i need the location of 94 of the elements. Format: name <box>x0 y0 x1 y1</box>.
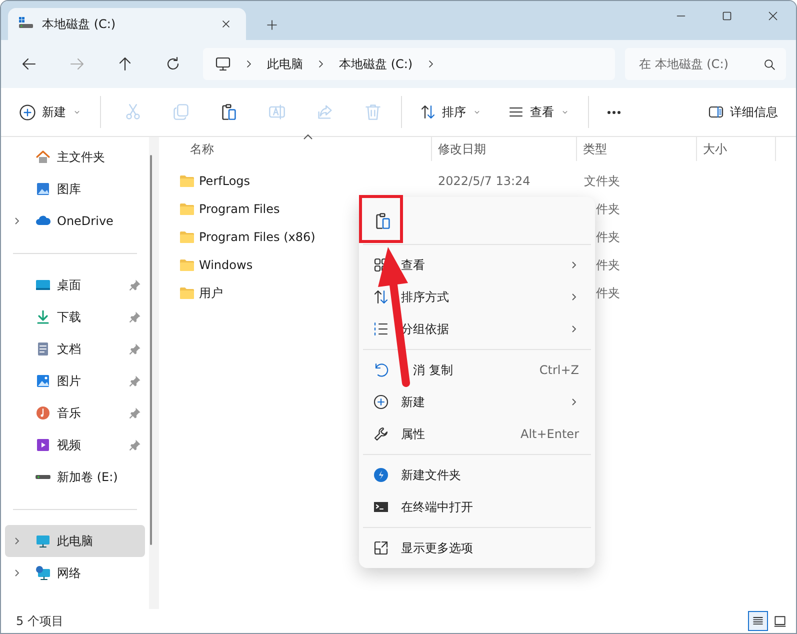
rename-icon <box>268 103 286 121</box>
document-icon <box>35 341 51 357</box>
sidebar-item[interactable]: 文档 <box>5 333 145 365</box>
file-type: 件夹 <box>595 200 620 218</box>
sidebar-item[interactable]: OneDrive <box>5 205 145 237</box>
menu-item[interactable]: 消 复制 Ctrl+Z <box>359 354 595 386</box>
sidebar-item[interactable]: 图库 <box>5 173 145 205</box>
sidebar-item[interactable]: 图片 <box>5 365 145 397</box>
column-header[interactable]: 类型 <box>577 137 697 161</box>
column-header[interactable]: 名称 <box>159 137 432 161</box>
column-header[interactable]: 大小 <box>697 137 776 161</box>
search-icon <box>763 58 776 71</box>
breadcrumb-item[interactable]: 本地磁盘 (C:) <box>339 56 413 72</box>
address-bar[interactable]: 此电脑 本地磁盘 (C:) <box>203 48 615 80</box>
file-name[interactable]: Program Files (x86) <box>159 229 432 245</box>
sidebar-item[interactable]: 音乐 <box>5 397 145 429</box>
download-icon <box>35 309 51 325</box>
window-tab[interactable]: 本地磁盘 (C:) <box>8 8 246 40</box>
close-icon <box>220 18 232 30</box>
shortcut-text: Ctrl+Z <box>539 363 579 377</box>
plus-icon <box>266 19 278 31</box>
computer-icon <box>215 56 231 72</box>
details-view-button[interactable] <box>748 611 768 631</box>
view-button[interactable]: 查看 <box>502 96 576 128</box>
gallery-icon <box>35 181 51 197</box>
expand-icon <box>373 540 389 556</box>
more-icon <box>607 110 621 114</box>
back-arrow-icon <box>21 56 37 72</box>
plus-circle-icon <box>19 104 36 120</box>
file-name[interactable]: Program Files <box>159 201 432 217</box>
share-icon <box>316 103 334 121</box>
sidebar-item[interactable]: 新加卷 (E:) <box>5 461 145 493</box>
shortcut-text: Alt+Enter <box>520 427 579 441</box>
file-type: 件夹 <box>595 284 620 302</box>
list-icon <box>373 321 389 337</box>
menu-item[interactable]: 显示更多选项 <box>359 532 595 564</box>
menu-item[interactable]: 在终端中打开 <box>359 491 595 523</box>
computer-icon <box>35 533 51 549</box>
refresh-icon <box>165 56 181 72</box>
sidebar-item[interactable]: 桌面 <box>5 269 145 301</box>
close-icon <box>767 10 779 22</box>
copy-icon <box>172 103 190 121</box>
new-button[interactable]: 新建 <box>13 96 88 128</box>
folder-icon <box>179 173 195 189</box>
plus-circle-icon <box>373 394 389 410</box>
search-field[interactable]: 在 本地磁盘 (C:) <box>625 48 786 80</box>
tab-title: 本地磁盘 (C:) <box>42 16 117 32</box>
desktop-icon <box>35 277 51 293</box>
sidebar-item[interactable]: 下载 <box>5 301 145 333</box>
column-header[interactable]: 修改日期 <box>432 137 577 161</box>
file-type: 件夹 <box>595 228 620 246</box>
sidebar-item[interactable]: 视频 <box>5 429 145 461</box>
paste-icon <box>374 212 392 230</box>
menu-item[interactable]: 排序方式 <box>359 281 595 313</box>
sort-icon <box>420 104 436 120</box>
picture-icon <box>35 373 51 389</box>
folder-icon <box>179 201 195 217</box>
folder-icon <box>179 285 195 301</box>
modified-date: 2022/5/7 13:24 <box>437 174 530 188</box>
sidebar-item[interactable]: 主文件夹 <box>5 141 145 173</box>
sort-icon <box>373 289 389 305</box>
file-type: 件夹 <box>595 256 620 274</box>
menu-item[interactable]: 新建文件夹 <box>359 459 595 491</box>
tile-icon <box>773 614 787 628</box>
trash-icon <box>364 103 382 121</box>
menu-item[interactable]: 新建 <box>359 386 595 418</box>
forward-arrow-icon <box>69 56 85 72</box>
paste-icon <box>220 103 238 121</box>
sidebar-item[interactable]: 网络 <box>5 557 145 589</box>
menu-item[interactable]: 属性 Alt+Enter <box>359 418 595 450</box>
music-icon <box>35 405 51 421</box>
drive-icon <box>35 475 51 479</box>
highlight-box <box>359 195 403 243</box>
scissors-icon <box>124 103 142 121</box>
item-count: 5 个项目 <box>16 612 64 630</box>
folder-icon <box>179 257 195 273</box>
lightning-icon <box>373 467 389 483</box>
wrench-icon <box>373 426 389 442</box>
video-icon <box>35 437 51 453</box>
file-name[interactable]: PerfLogs <box>159 173 432 189</box>
undo-icon <box>373 362 389 378</box>
network-icon <box>35 565 51 581</box>
panel-icon <box>708 104 724 120</box>
details-button[interactable]: 详细信息 <box>702 96 784 128</box>
sort-caret-icon <box>303 134 313 140</box>
home-icon <box>35 149 51 165</box>
sidebar-item[interactable]: 此电脑 <box>5 525 145 557</box>
file-type: 文件夹 <box>583 172 620 190</box>
breadcrumb-item[interactable]: 此电脑 <box>267 56 303 72</box>
terminal-icon <box>373 499 389 515</box>
sort-button[interactable]: 排序 <box>414 96 488 128</box>
folder-icon <box>179 229 195 245</box>
up-arrow-icon <box>117 56 133 72</box>
maximize-icon <box>721 10 733 22</box>
